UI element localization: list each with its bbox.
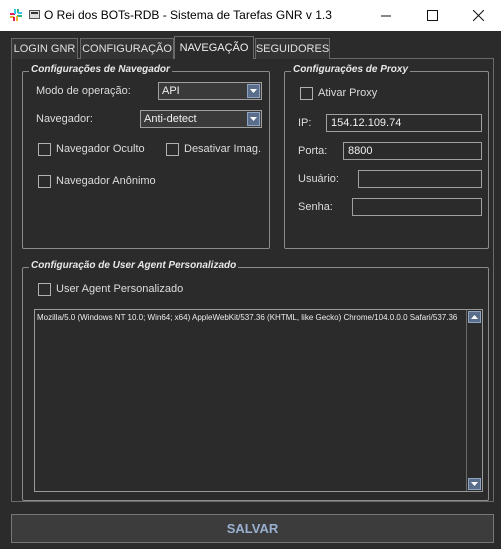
tab-seguidores[interactable]: SEGUIDORES	[255, 38, 330, 59]
modo-operacao-label: Modo de operação:	[36, 85, 131, 97]
window-title: O Rei dos BOTs-RDB - Sistema de Tarefas …	[44, 8, 332, 22]
navegador-group-title: Configurações de Navegador	[29, 64, 172, 75]
proxy-group-title: Configurações de Proxy	[291, 64, 411, 75]
navegador-value: Anti-detect	[144, 113, 197, 125]
app-logo-icon	[10, 9, 22, 21]
tab-login-gnr[interactable]: LOGIN GNR	[11, 38, 78, 59]
senha-label: Senha:	[298, 201, 333, 213]
title-bar: O Rei dos BOTs-RDB - Sistema de Tarefas …	[0, 0, 501, 31]
vertical-scrollbar[interactable]	[466, 310, 482, 491]
chevron-down-icon[interactable]	[247, 84, 260, 98]
navegador-oculto-label: Navegador Oculto	[56, 143, 145, 155]
tab-configuracao[interactable]: CONFIGURAÇÃO	[80, 38, 174, 59]
close-icon	[472, 10, 484, 21]
maximize-button[interactable]	[409, 0, 455, 31]
scroll-down-button[interactable]	[468, 478, 481, 490]
user-agent-group-title: Configuração de User Agent Personalizado	[29, 260, 239, 271]
user-agent-personalizado-checkbox[interactable]	[38, 283, 51, 296]
close-button[interactable]	[455, 0, 501, 31]
chevron-down-icon[interactable]	[247, 112, 260, 126]
navegador-select[interactable]: Anti-detect	[140, 110, 262, 128]
ip-field[interactable]: 154.12.109.74	[326, 114, 482, 132]
navegador-oculto-checkbox[interactable]	[38, 143, 51, 156]
user-agent-textarea[interactable]: Mozilla/5.0 (Windows NT 10.0; Win64; x64…	[34, 309, 483, 492]
scroll-up-button[interactable]	[468, 311, 481, 323]
desativar-imagens-label: Desativar Imag.	[184, 143, 262, 155]
proxy-group: Configurações de Proxy	[284, 64, 489, 249]
porta-field[interactable]: 8800	[343, 142, 482, 160]
ip-label: IP:	[298, 117, 312, 129]
porta-label: Porta:	[298, 145, 328, 157]
modo-operacao-select[interactable]: API	[158, 82, 262, 100]
navegador-anonimo-checkbox[interactable]	[38, 175, 51, 188]
user-agent-value: Mozilla/5.0 (Windows NT 10.0; Win64; x64…	[37, 313, 458, 322]
navegador-anonimo-label: Navegador Anônimo	[56, 175, 156, 187]
save-button[interactable]: SALVAR	[11, 514, 494, 543]
minimize-button[interactable]	[363, 0, 409, 31]
maximize-icon	[426, 10, 438, 21]
usuario-label: Usuário:	[298, 173, 339, 185]
desativar-imagens-checkbox[interactable]	[166, 143, 179, 156]
chevron-up-icon	[471, 315, 478, 319]
chevron-down-icon	[471, 482, 478, 486]
window-icon	[29, 10, 40, 19]
tab-navegacao[interactable]: NAVEGAÇÃO	[174, 36, 254, 59]
senha-field[interactable]	[352, 198, 482, 216]
minimize-icon	[381, 15, 391, 16]
usuario-field[interactable]	[358, 170, 482, 188]
ativar-proxy-label: Ativar Proxy	[318, 87, 378, 99]
modo-operacao-value: API	[162, 85, 180, 97]
ativar-proxy-checkbox[interactable]	[300, 87, 313, 100]
navegador-label: Navegador:	[36, 113, 93, 125]
user-agent-personalizado-label: User Agent Personalizado	[56, 283, 184, 295]
